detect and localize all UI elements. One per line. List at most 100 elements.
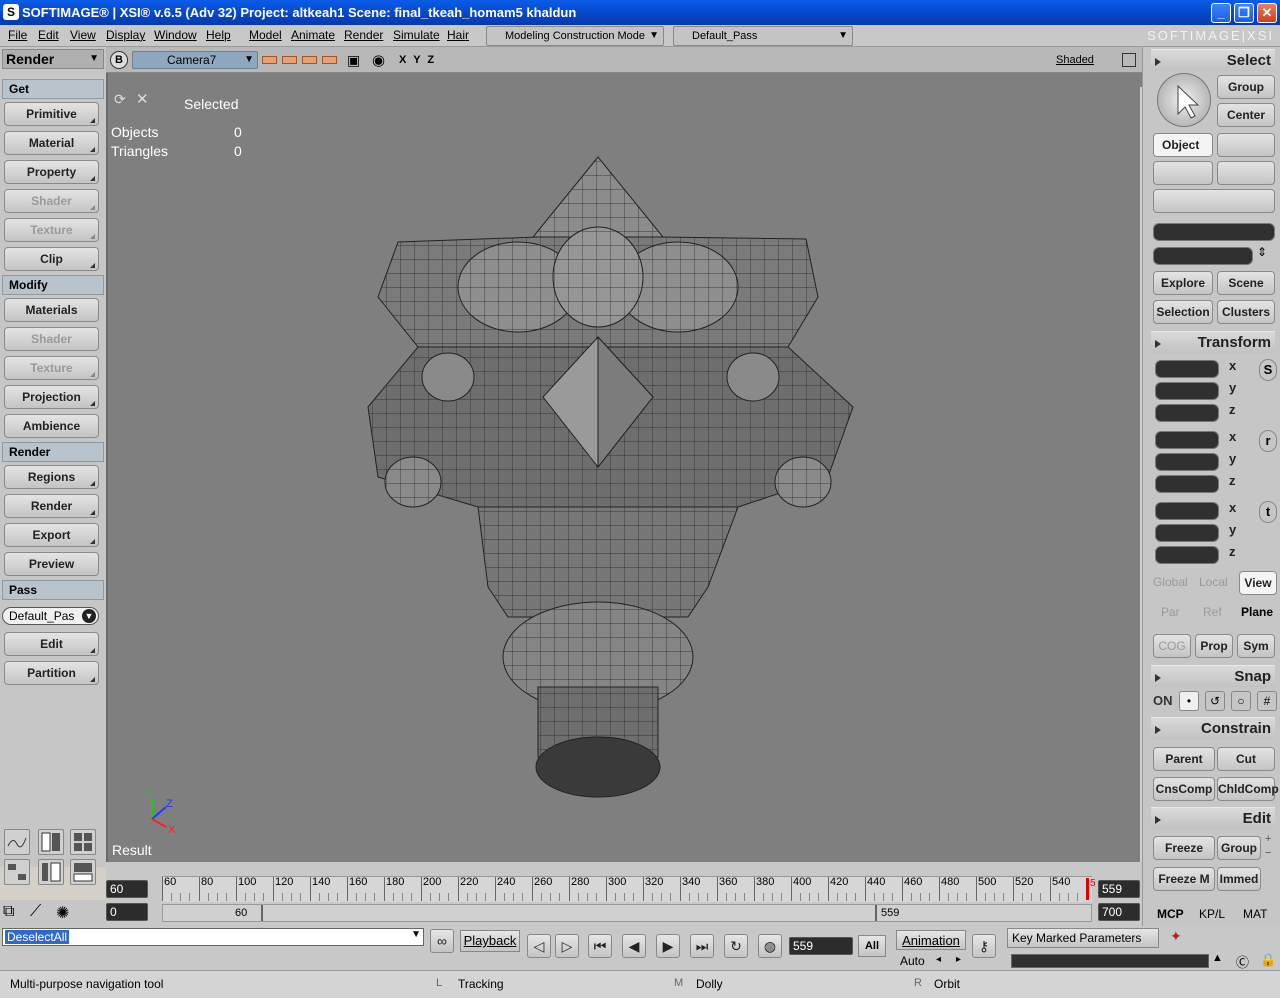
rotate-z-field[interactable] xyxy=(1155,475,1219,493)
range-high-handle[interactable] xyxy=(875,905,877,921)
playback-menu[interactable]: Playback xyxy=(460,930,520,952)
preview-button[interactable]: Preview xyxy=(4,552,99,576)
plus-icon[interactable]: + xyxy=(1265,833,1271,845)
3d-viewport[interactable]: ⟳ ✕ Selected Objects 0 Triangles 0 Y Z X… xyxy=(108,87,1140,862)
property-button[interactable]: Property xyxy=(4,160,99,184)
prev-icon[interactable]: ◂ xyxy=(936,954,941,965)
spinner-icon[interactable]: ⇕ xyxy=(1257,245,1267,259)
menu-edit[interactable]: Edit xyxy=(38,28,59,42)
global-button[interactable]: Global xyxy=(1153,575,1188,589)
tab-mcp[interactable]: MCP xyxy=(1157,907,1184,921)
cnscomp-button[interactable]: CnsComp xyxy=(1153,777,1215,801)
axes-toggle[interactable]: X Y Z xyxy=(399,54,436,66)
lock-icon[interactable]: 🔒 xyxy=(1260,952,1276,968)
select-empty-1[interactable] xyxy=(1217,133,1275,157)
ambience-button[interactable]: Ambience xyxy=(4,414,99,438)
current-frame-field[interactable]: 559 xyxy=(789,937,853,955)
layout-schematic-icon[interactable] xyxy=(4,859,30,885)
keyframe-icon[interactable]: ✦ xyxy=(1170,928,1182,945)
view-button[interactable]: View xyxy=(1239,571,1277,595)
primitive-button[interactable]: Primitive xyxy=(4,102,99,126)
layout-quad-icon[interactable] xyxy=(70,829,96,855)
menu-file[interactable]: File xyxy=(8,28,27,42)
shader-button[interactable]: Shader xyxy=(4,189,99,213)
sym-button[interactable]: Sym xyxy=(1237,634,1275,658)
clip-button[interactable]: Clip xyxy=(4,247,99,271)
tab-mat[interactable]: MAT xyxy=(1243,907,1267,921)
camera-select[interactable]: Camera7 ▼ xyxy=(132,51,258,69)
minus-icon[interactable]: − xyxy=(1265,847,1271,859)
scene-button[interactable]: Scene xyxy=(1217,271,1275,295)
partition-button[interactable]: Partition xyxy=(4,661,99,685)
key-slider[interactable] xyxy=(1011,954,1209,968)
loop-playback-button[interactable]: ↻ xyxy=(724,934,748,958)
viewport-badge[interactable]: B xyxy=(110,51,128,69)
pass-edit-button[interactable]: Edit xyxy=(4,632,99,656)
rotate-x-field[interactable] xyxy=(1155,431,1219,449)
first-frame-button[interactable]: ⏮ xyxy=(588,934,612,958)
timeline-ruler[interactable]: 60 80 100 120 140 160 180 200 220 240 260 280 300 320… xyxy=(162,876,1092,902)
plane-button[interactable]: Plane xyxy=(1241,605,1273,619)
select-header[interactable]: Select xyxy=(1151,49,1275,71)
key-marked-parameters-button[interactable]: Key Marked Parameters xyxy=(1007,928,1159,948)
immed-button[interactable]: Immed xyxy=(1217,867,1261,891)
playhead[interactable] xyxy=(1086,878,1089,900)
menu-view[interactable]: View xyxy=(70,28,96,42)
section-get[interactable]: Get xyxy=(2,79,104,99)
chldcomp-button[interactable]: ChldComp xyxy=(1217,777,1279,801)
select-tool-button[interactable] xyxy=(1157,73,1211,127)
cog-button[interactable]: COG xyxy=(1153,634,1191,658)
clusters-button[interactable]: Clusters xyxy=(1217,300,1275,324)
freeze-button[interactable]: Freeze xyxy=(1153,836,1215,860)
chevron-up-icon[interactable]: ▲ xyxy=(1212,952,1223,964)
camera-icon[interactable]: ▣ xyxy=(347,52,360,69)
menu-hair[interactable]: Hair xyxy=(447,28,469,42)
close-icon[interactable]: ✕ xyxy=(136,90,149,108)
texture-button[interactable]: Texture xyxy=(4,218,99,242)
prev-key-button[interactable]: ◁ xyxy=(527,934,551,958)
layout-split-icon[interactable] xyxy=(38,829,64,855)
par-button[interactable]: Par xyxy=(1161,605,1180,619)
memo-cam-2[interactable] xyxy=(282,56,297,64)
selection-button[interactable]: Selection xyxy=(1153,300,1213,324)
toolbar-switcher[interactable]: Render ▼ xyxy=(2,49,104,69)
center-select-button[interactable]: Center xyxy=(1217,103,1275,127)
local-button[interactable]: Local xyxy=(1199,575,1228,589)
ref-button[interactable]: Ref xyxy=(1203,605,1222,619)
layout-vsplit-icon[interactable] xyxy=(38,859,64,885)
maximize-button[interactable]: ❐ xyxy=(1234,3,1254,23)
select-filter-button[interactable] xyxy=(1153,189,1275,213)
memo-cam-3[interactable] xyxy=(302,56,317,64)
rotate-tool-button[interactable]: r xyxy=(1259,430,1277,452)
prop-button[interactable]: Prop xyxy=(1195,634,1233,658)
scale-y-field[interactable] xyxy=(1155,382,1219,400)
memo-cam-4[interactable] xyxy=(322,56,337,64)
range-end-field[interactable]: 700 xyxy=(1098,903,1140,921)
eye-icon[interactable]: ◉ xyxy=(372,51,385,69)
projection-button[interactable]: Projection xyxy=(4,385,99,409)
menu-help[interactable]: Help xyxy=(206,28,231,42)
menu-window[interactable]: Window xyxy=(154,28,197,42)
translate-tool-button[interactable]: t xyxy=(1259,501,1277,523)
audio-button[interactable]: ◍ xyxy=(758,934,782,958)
maximize-viewport-icon[interactable] xyxy=(1122,53,1136,67)
menu-display[interactable]: Display xyxy=(106,28,145,42)
key-icon[interactable]: ⚷ xyxy=(972,934,996,958)
parent-button[interactable]: Parent xyxy=(1153,747,1215,771)
explore-button[interactable]: Explore xyxy=(1153,271,1213,295)
translate-y-field[interactable] xyxy=(1155,524,1219,542)
layout-hsplit-icon[interactable] xyxy=(70,859,96,885)
export-button[interactable]: Export xyxy=(4,523,99,547)
rotate-y-field[interactable] xyxy=(1155,453,1219,471)
shading-mode-select[interactable]: Shaded xyxy=(1056,54,1094,66)
snap-surface-icon[interactable]: ○ xyxy=(1231,691,1251,711)
select-empty-3[interactable] xyxy=(1217,161,1275,185)
loop-icon[interactable]: ∞ xyxy=(430,929,454,953)
render-button[interactable]: Render xyxy=(4,494,99,518)
column-capital-model[interactable] xyxy=(358,147,858,807)
range-slider[interactable]: 60 559 xyxy=(162,904,1092,922)
translate-x-field[interactable] xyxy=(1155,502,1219,520)
timeline-end-field[interactable]: 559 xyxy=(1098,880,1140,898)
modify-texture-button[interactable]: Texture xyxy=(4,356,99,380)
play-forward-button[interactable]: ▶ xyxy=(656,934,680,958)
